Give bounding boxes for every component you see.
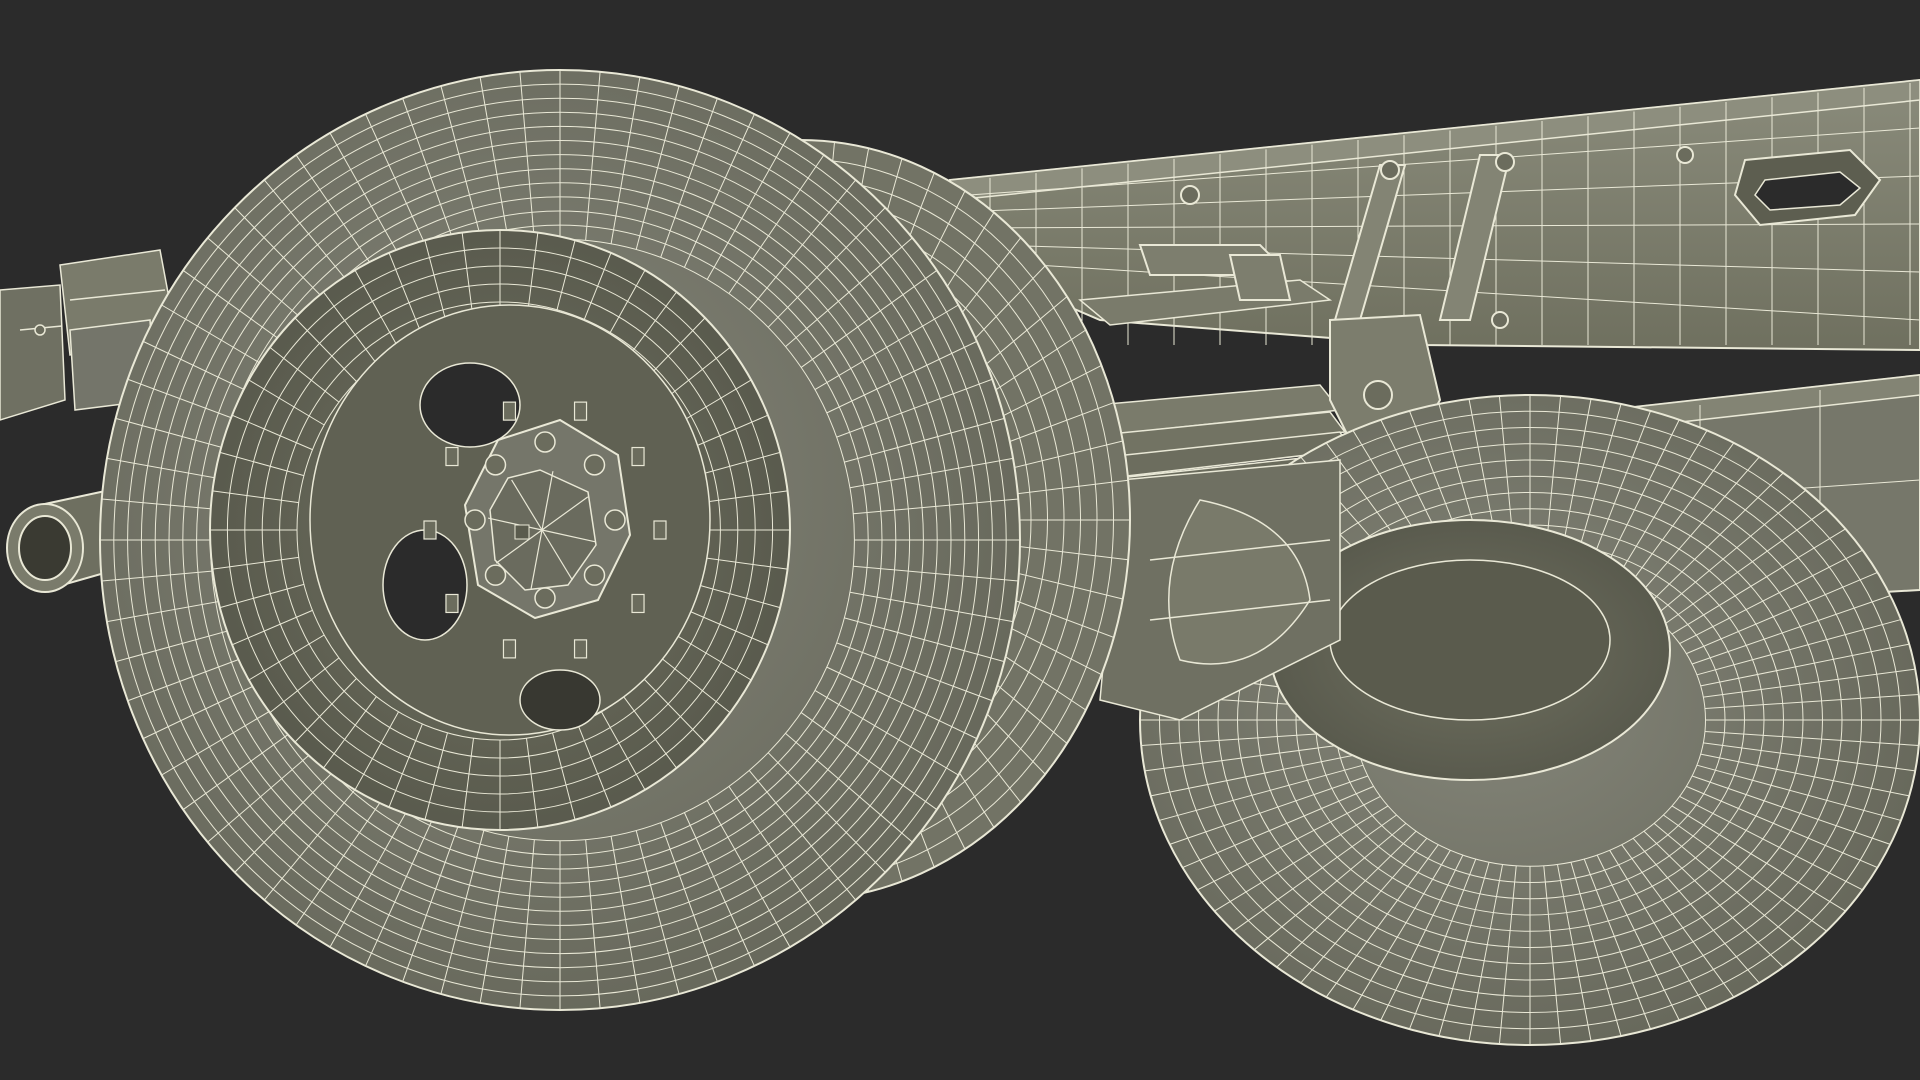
rim-bolt xyxy=(502,401,517,421)
hub-nut xyxy=(534,431,556,453)
rim-vent-hole xyxy=(519,669,601,731)
rim-bolt xyxy=(631,446,645,467)
rim-bolt xyxy=(423,520,437,540)
rim-bolt xyxy=(573,639,588,659)
hub-nut xyxy=(464,509,486,531)
rim-bolt xyxy=(445,446,459,467)
rim-bolt xyxy=(653,520,667,540)
bracket-bolt xyxy=(1676,146,1694,164)
hub-nut xyxy=(534,587,556,609)
rim-bolt xyxy=(631,593,645,614)
rim-vent-hole xyxy=(382,529,468,641)
rim-bolt xyxy=(573,401,588,421)
hub-nut xyxy=(583,454,606,476)
bracket-bolt xyxy=(1180,185,1200,205)
rim-bolt xyxy=(445,593,459,614)
bracket-bolt xyxy=(1491,311,1509,329)
hanger-bolt xyxy=(1363,380,1393,410)
bracket-bolt xyxy=(1380,160,1400,180)
hub-nut xyxy=(604,509,626,531)
hub-nut xyxy=(484,564,507,586)
bracket-bolt xyxy=(1495,152,1515,172)
hub-nut xyxy=(484,454,507,476)
render-viewport xyxy=(0,0,1920,1080)
hub-nut xyxy=(583,564,606,586)
rim-bolt xyxy=(502,639,517,659)
